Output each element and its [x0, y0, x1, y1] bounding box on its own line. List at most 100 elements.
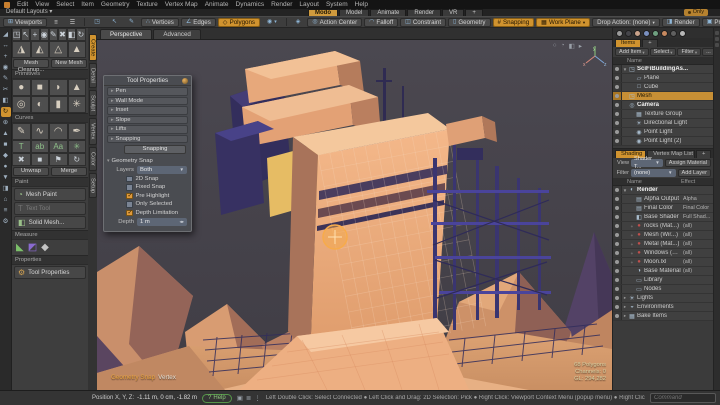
name-column-header[interactable]: Name: [615, 58, 711, 64]
menu-item[interactable]: Texture: [136, 1, 157, 8]
vertices-mode-button[interactable]: ∴Vertices: [141, 18, 179, 27]
list-icon[interactable]: ≣: [246, 394, 251, 402]
visibility-eye-icon[interactable]: [613, 267, 622, 275]
tool-strip-icon[interactable]: ⌂: [1, 195, 11, 205]
shader-tree-row[interactable]: ▼ ◐ Render: [613, 186, 713, 195]
shading-mode-icon[interactable]: ◧: [569, 42, 575, 50]
filter-dropdown[interactable]: (none)▼: [631, 169, 676, 177]
visibility-eye-icon[interactable]: [613, 204, 622, 212]
curve-tool-icon[interactable]: ✒: [68, 123, 87, 140]
menu-item[interactable]: Help: [355, 1, 368, 8]
paint-select-icon[interactable]: ✎: [124, 18, 139, 27]
toolbox-tab[interactable]: Detail: [89, 63, 97, 88]
checkbox-row[interactable]: Only Selected: [104, 200, 191, 209]
primitive-icon[interactable]: ▮: [49, 96, 68, 113]
measure-icon[interactable]: ◩: [28, 242, 37, 253]
tool-strip-icon[interactable]: ✂: [1, 85, 11, 95]
visibility-eye-icon[interactable]: [613, 213, 622, 221]
item-row[interactable]: ▱ Plane: [613, 74, 713, 83]
shader-tree-row[interactable]: ▤ Alpha Output Alpha: [613, 195, 713, 204]
item-row[interactable]: ☀ Directional Light: [613, 119, 713, 128]
menu-item[interactable]: Vertex Map: [165, 1, 198, 8]
shader-tree-row[interactable]: + ● Moon.lxl (all): [613, 258, 713, 267]
collapsed-section[interactable]: ▸Lifts: [107, 125, 188, 134]
preset-thumb[interactable]: [670, 30, 677, 37]
snapping-popup-button[interactable]: Snapping: [124, 145, 186, 154]
tool-strip-icon[interactable]: ⚙: [1, 217, 11, 227]
viewport-tab[interactable]: Perspective: [100, 29, 152, 39]
tool-strip-icon[interactable]: +: [1, 52, 11, 62]
primitive-icon[interactable]: ■: [31, 79, 50, 96]
viewports-button[interactable]: ⊞Viewports: [3, 18, 47, 27]
collapsed-section[interactable]: ▸Inset: [107, 106, 188, 115]
shader-tree-row[interactable]: ◑ Base Material (all): [613, 267, 713, 276]
geometry-constraint-button[interactable]: ▯Geometry: [448, 18, 490, 27]
filter-button[interactable]: Filter▾: [677, 48, 701, 56]
add-layer-button[interactable]: Add Layer: [678, 169, 712, 177]
tool-properties-item[interactable]: ⚙Tool Properties: [14, 266, 86, 279]
layer-effect[interactable]: Alpha: [683, 196, 713, 202]
drop-action-dropdown[interactable]: Drop Action: (none)▾: [592, 18, 660, 27]
collapsed-section[interactable]: ▸Snapping: [107, 135, 188, 144]
add-item-button[interactable]: Add Item▾: [615, 48, 649, 56]
tool-strip-icon[interactable]: ✎: [1, 74, 11, 84]
shader-tree-row[interactable]: ▭ Library: [613, 276, 713, 285]
curve-tool-icon[interactable]: ∿: [31, 123, 50, 140]
preset-thumb[interactable]: [616, 30, 623, 37]
toolbox-tab[interactable]: Sculpt: [89, 90, 97, 116]
tool-strip-icon[interactable]: ↻: [1, 107, 11, 117]
uv-tool-icon[interactable]: ■: [31, 153, 50, 166]
snapping-button[interactable]: #Snapping: [493, 18, 535, 27]
tool-icon[interactable]: ◮: [12, 41, 31, 58]
polygons-mode-button[interactable]: ◇Polygons: [218, 18, 260, 27]
layer-effect[interactable]: Full Shad...: [683, 214, 713, 220]
menu-item[interactable]: Select: [56, 1, 74, 8]
shader-tree-row[interactable]: ▸ ◒ Environments: [613, 303, 713, 312]
layer-effect[interactable]: (all): [683, 223, 713, 229]
layer-effect[interactable]: (all): [683, 259, 713, 265]
mesh-paint-item[interactable]: ◔Mesh Paint: [14, 188, 86, 201]
item-row[interactable]: □ Cube: [613, 83, 713, 92]
overflow-icon[interactable]: ⋮: [254, 394, 261, 402]
menu-item[interactable]: Dynamics: [236, 1, 265, 8]
tool-icon[interactable]: ◭: [31, 41, 50, 58]
geometry-snap-section[interactable]: ▾Geometry Snap: [104, 156, 191, 165]
tool-icon[interactable]: ◉: [40, 28, 49, 41]
curve-tool-icon[interactable]: ✎: [12, 123, 31, 140]
visibility-eye-icon[interactable]: [613, 119, 622, 127]
layout-tab[interactable]: Model: [339, 9, 369, 16]
auto-select-icon[interactable]: ◳: [89, 18, 105, 27]
axis-gizmo[interactable]: y x z: [582, 44, 608, 68]
primitive-icon[interactable]: ▲: [68, 79, 87, 96]
visibility-eye-icon[interactable]: [613, 195, 622, 203]
tool-strip-icon[interactable]: ■: [1, 140, 11, 150]
menu-item[interactable]: System: [326, 1, 348, 8]
menu-item[interactable]: Item: [81, 1, 94, 8]
tool-icon[interactable]: ↻: [76, 28, 85, 41]
shader-tree-row[interactable]: + ● rocks (Mat...) (all): [613, 222, 713, 231]
shading-tab[interactable]: +: [696, 150, 711, 158]
visibility-eye-icon[interactable]: [613, 258, 622, 266]
checkbox[interactable]: [126, 176, 133, 183]
preset-thumb[interactable]: [634, 30, 641, 37]
visibility-eye-icon[interactable]: [613, 231, 622, 239]
checkbox[interactable]: [126, 201, 133, 208]
shader-tree-row[interactable]: ▤ Final Color Final Color: [613, 204, 713, 213]
menu-item[interactable]: Render: [271, 1, 292, 8]
layout-tab[interactable]: Render: [407, 9, 441, 16]
primitive-icon[interactable]: ◎: [12, 96, 31, 113]
tool-properties-title[interactable]: Tool Properties: [104, 76, 191, 86]
measure-icon[interactable]: ◣: [16, 242, 24, 253]
toolbox-tab[interactable]: Create: [89, 34, 97, 61]
collapsed-section[interactable]: ▸Slope: [107, 116, 188, 125]
pin-icon[interactable]: [182, 78, 188, 84]
tool-icon[interactable]: ✎: [49, 28, 58, 41]
preview-button[interactable]: ▣Preview: [702, 18, 720, 27]
layout-tab[interactable]: Animate: [370, 9, 406, 16]
list-view-icon[interactable]: ≡: [49, 18, 63, 27]
item-row[interactable]: ◎ Camera: [613, 101, 713, 110]
menu-item[interactable]: Geometry: [101, 1, 130, 8]
menu-item[interactable]: View: [35, 1, 49, 8]
falloff-button[interactable]: ◠Falloff: [364, 18, 398, 27]
visibility-eye-icon[interactable]: [613, 101, 622, 109]
